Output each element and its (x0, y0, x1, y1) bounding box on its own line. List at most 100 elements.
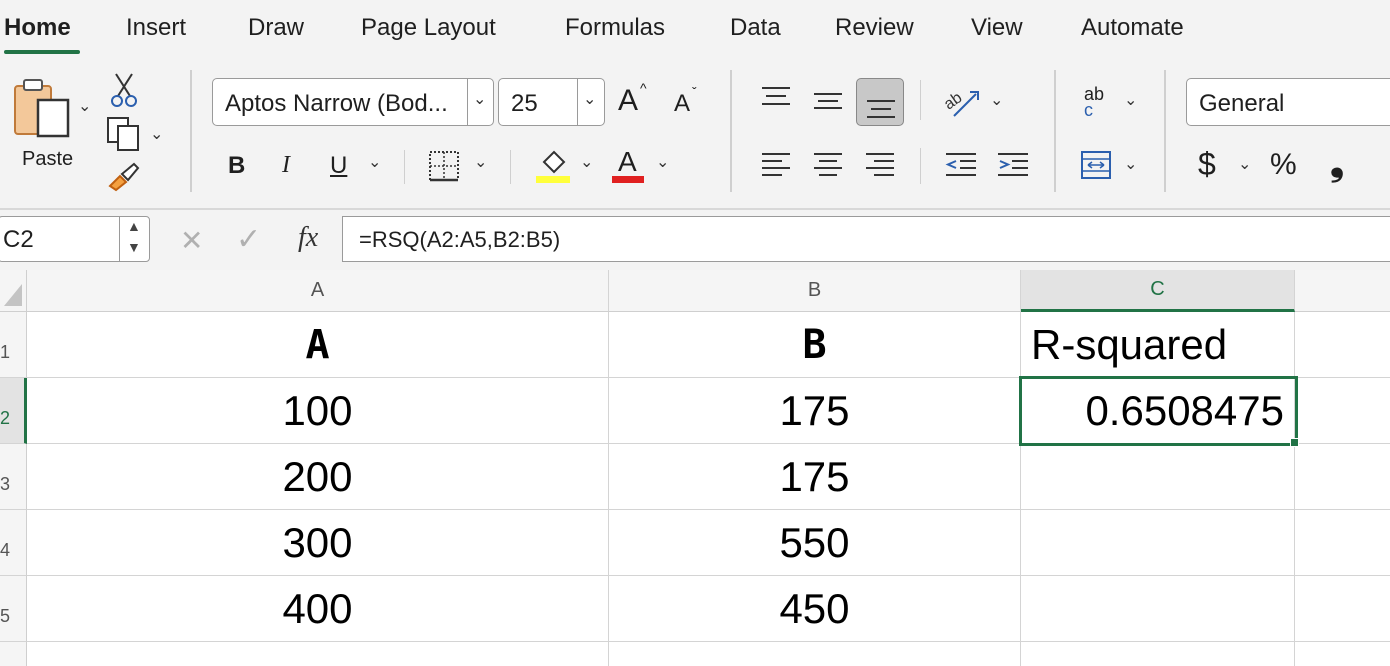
format-painter-icon[interactable] (106, 160, 142, 192)
cell-b4[interactable]: 550 (609, 510, 1021, 576)
font-color-icon[interactable]: A (618, 146, 637, 178)
row-header-6[interactable] (0, 642, 27, 666)
tab-formulas[interactable]: Formulas (565, 14, 665, 42)
tab-automate[interactable]: Automate (1081, 14, 1184, 42)
tab-data[interactable]: Data (730, 14, 781, 42)
cell-b6[interactable] (609, 642, 1021, 666)
column-header-a[interactable]: A (27, 270, 609, 312)
cell-c4[interactable] (1021, 510, 1295, 576)
font-name-dropdown[interactable]: Aptos Narrow (Bod... ⌄ (212, 78, 494, 126)
font-color-swatch (612, 176, 644, 183)
ribbon-separator (920, 80, 921, 120)
cell-c6[interactable] (1021, 642, 1295, 666)
cancel-icon[interactable]: ✕ (180, 224, 203, 257)
column-header-c[interactable]: C (1021, 270, 1295, 312)
column-header-d[interactable] (1295, 270, 1390, 312)
formula-input[interactable]: =RSQ(A2:A5,B2:B5) (342, 216, 1390, 262)
decrease-indent-icon[interactable] (944, 150, 978, 180)
currency-button[interactable]: $ (1198, 146, 1216, 183)
orientation-chevron-icon[interactable]: ⌄ (990, 90, 1003, 110)
copy-options-chevron-icon[interactable]: ⌄ (150, 124, 163, 144)
copy-icon[interactable] (106, 116, 142, 152)
underline-button[interactable]: U (330, 152, 347, 180)
cell-a1[interactable]: A (27, 312, 609, 378)
cell-d1[interactable] (1295, 312, 1390, 378)
cell-b3[interactable]: 175 (609, 444, 1021, 510)
increase-indent-icon[interactable] (996, 150, 1030, 180)
ribbon-separator (730, 70, 732, 192)
cell-c3[interactable] (1021, 444, 1295, 510)
cell-d5[interactable] (1295, 576, 1390, 642)
cell-a2[interactable]: 100 (27, 378, 609, 444)
ribbon-separator (510, 150, 511, 184)
percent-button[interactable]: % (1270, 148, 1297, 182)
tab-home[interactable]: Home (4, 14, 71, 42)
cut-scissors-icon[interactable] (110, 72, 138, 108)
font-size-value: 25 (511, 90, 538, 117)
tab-page-layout[interactable]: Page Layout (361, 14, 496, 42)
cell-c5[interactable] (1021, 576, 1295, 642)
select-all-corner[interactable] (0, 270, 27, 312)
cell-a4[interactable]: 300 (27, 510, 609, 576)
merge-center-icon[interactable] (1080, 150, 1112, 180)
cell-c2[interactable]: 0.6508475 (1021, 378, 1295, 444)
fill-handle[interactable] (1290, 438, 1299, 447)
worksheet-grid: A B C 1 2 3 4 5 A B R-squared 100 175 0.… (0, 270, 1390, 666)
currency-chevron-icon[interactable]: ⌄ (1238, 154, 1251, 174)
row-header-1[interactable]: 1 (0, 312, 27, 378)
align-left-icon[interactable] (760, 150, 792, 180)
cell-b1[interactable]: B (609, 312, 1021, 378)
align-bottom-button[interactable] (856, 78, 904, 126)
wrap-text-chevron-icon[interactable]: ⌄ (1124, 90, 1137, 110)
borders-icon[interactable] (428, 150, 460, 182)
name-box-up-icon[interactable]: ▲ (127, 218, 141, 234)
underline-chevron-icon[interactable]: ⌄ (368, 152, 381, 172)
shrink-font-icon[interactable]: A (674, 90, 690, 118)
cell-b2[interactable]: 175 (609, 378, 1021, 444)
paste-label[interactable]: Paste (22, 148, 73, 171)
font-size-dropdown[interactable]: 25 ⌄ (498, 78, 605, 126)
comma-style-button[interactable]: ❟ (1330, 142, 1344, 185)
row-header-2[interactable]: 2 (0, 378, 27, 444)
insert-function-icon[interactable]: fx (298, 222, 318, 254)
name-box[interactable]: C2 ▲ ▼ (0, 216, 150, 262)
cell-a3[interactable]: 200 (27, 444, 609, 510)
row-header-5[interactable]: 5 (0, 576, 27, 642)
ribbon-separator (1054, 70, 1056, 192)
tab-view[interactable]: View (971, 14, 1023, 42)
paste-options-chevron-icon[interactable]: ⌄ (78, 96, 91, 116)
align-right-icon[interactable] (864, 150, 896, 180)
bold-button[interactable]: B (228, 152, 245, 180)
font-name-chevron-icon[interactable]: ⌄ (473, 89, 486, 109)
align-top-icon[interactable] (760, 84, 792, 110)
fill-color-icon[interactable] (536, 148, 570, 184)
italic-button[interactable]: I (282, 152, 290, 179)
paste-icon[interactable] (10, 76, 74, 142)
cell-d4[interactable] (1295, 510, 1390, 576)
formula-bar: C2 ▲ ▼ ✕ ✓ fx =RSQ(A2:A5,B2:B5) (0, 208, 1390, 270)
borders-chevron-icon[interactable]: ⌄ (474, 152, 487, 172)
tab-insert[interactable]: Insert (126, 14, 186, 42)
tab-review[interactable]: Review (835, 14, 914, 42)
orientation-icon[interactable]: ab (942, 82, 982, 120)
cell-b5[interactable]: 450 (609, 576, 1021, 642)
font-color-chevron-icon[interactable]: ⌄ (656, 152, 669, 172)
cell-d3[interactable] (1295, 444, 1390, 510)
cell-c1[interactable]: R-squared (1021, 312, 1295, 378)
row-header-4[interactable]: 4 (0, 510, 27, 576)
column-header-b[interactable]: B (609, 270, 1021, 312)
fill-color-chevron-icon[interactable]: ⌄ (580, 152, 593, 172)
font-size-chevron-icon[interactable]: ⌄ (583, 89, 596, 109)
grow-font-icon[interactable]: A (618, 84, 638, 118)
enter-check-icon[interactable]: ✓ (236, 222, 261, 257)
cell-d2[interactable] (1295, 378, 1390, 444)
cell-a5[interactable]: 400 (27, 576, 609, 642)
tab-draw[interactable]: Draw (248, 14, 304, 42)
align-middle-icon[interactable] (812, 88, 844, 114)
align-center-icon[interactable] (812, 150, 844, 180)
row-header-3[interactable]: 3 (0, 444, 27, 510)
number-format-dropdown[interactable]: General (1186, 78, 1390, 126)
merge-center-chevron-icon[interactable]: ⌄ (1124, 154, 1137, 174)
name-box-down-icon[interactable]: ▼ (127, 239, 141, 255)
cell-a6[interactable] (27, 642, 609, 666)
